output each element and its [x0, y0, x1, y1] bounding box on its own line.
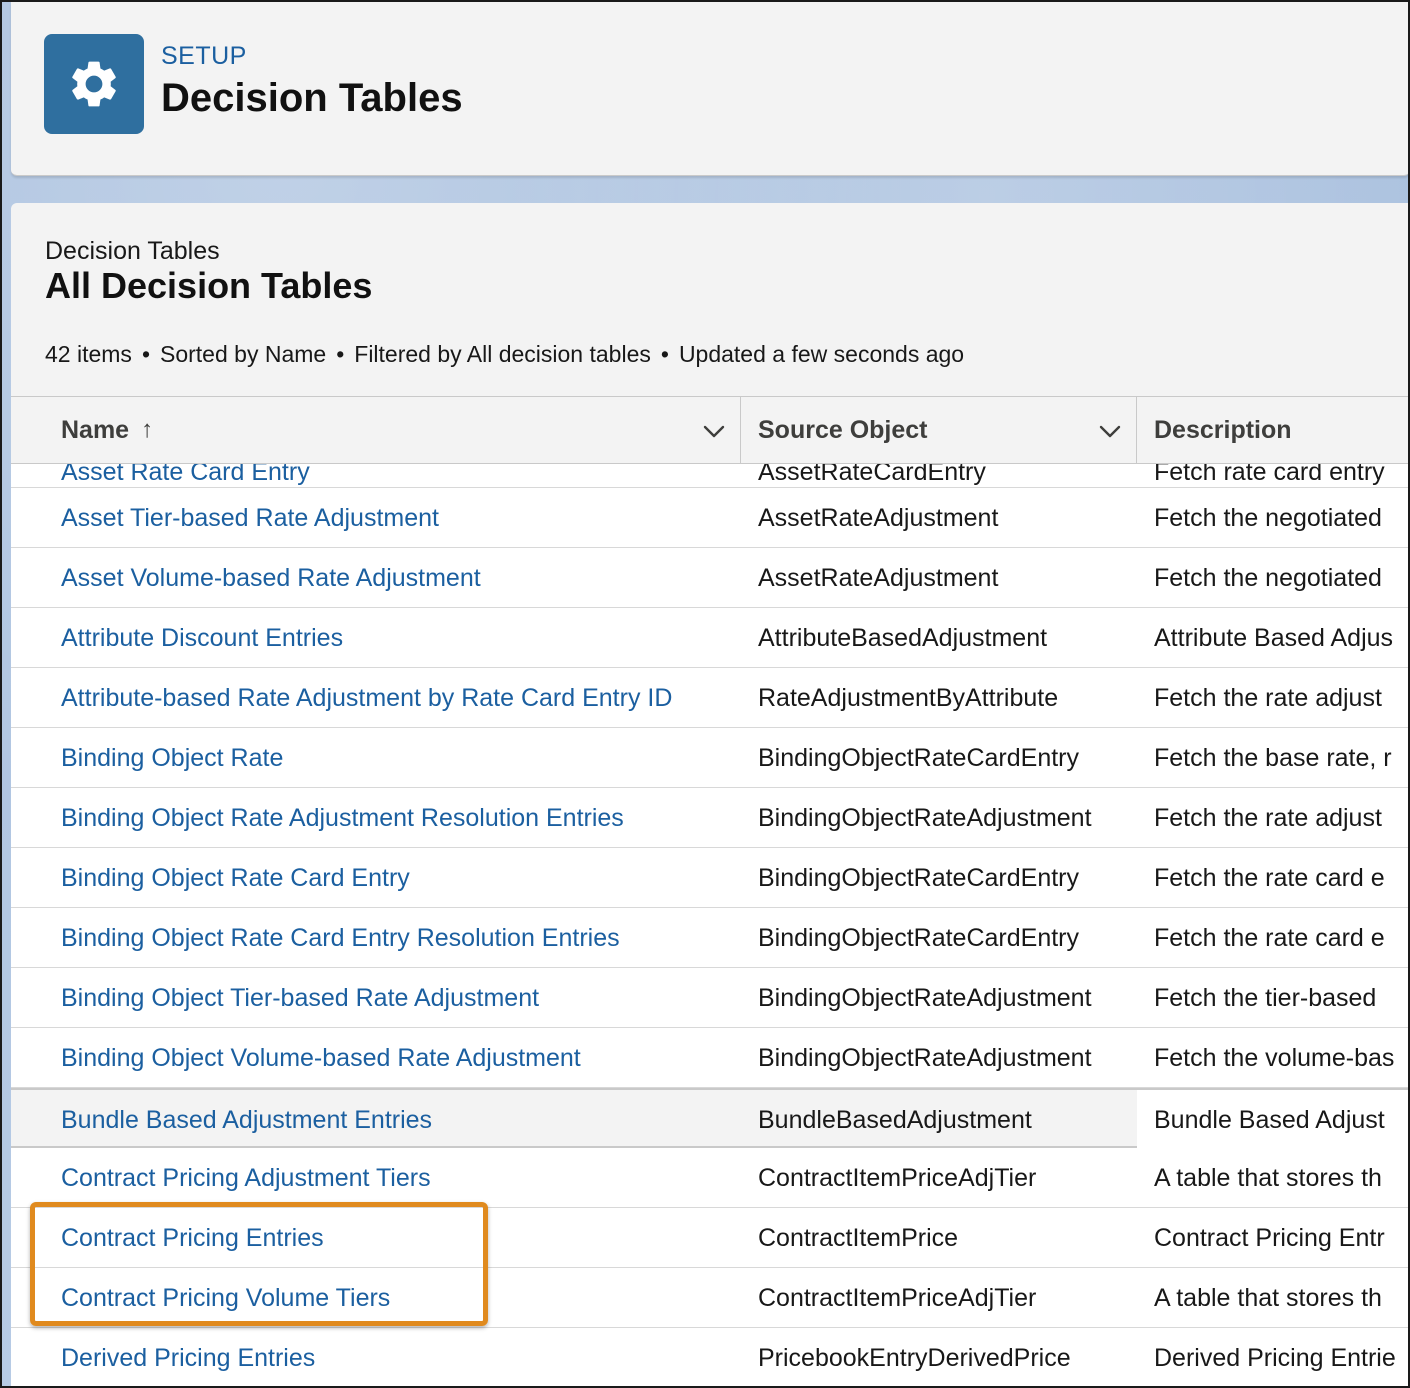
- row-source-object: BindingObjectRateAdjustment: [758, 1043, 1092, 1072]
- table-row: Attribute Discount Entries AttributeBase…: [11, 608, 1410, 668]
- updated-info: Updated a few seconds ago: [678, 341, 965, 367]
- row-name-link[interactable]: Binding Object Volume-based Rate Adjustm…: [11, 1028, 741, 1088]
- row-description: Fetch the tier-based: [1154, 983, 1377, 1012]
- sort-ascending-icon: ↑: [141, 416, 154, 443]
- row-name-link[interactable]: Binding Object Rate Card Entry: [11, 848, 741, 908]
- table-row: Binding Object Rate Card Entry Resolutio…: [11, 908, 1410, 968]
- row-source-object: AttributeBasedAdjustment: [758, 623, 1048, 652]
- table-row: Binding Object Rate Card Entry BindingOb…: [11, 848, 1410, 908]
- row-description: Fetch the rate card e: [1154, 923, 1385, 952]
- column-header-source-object[interactable]: Source Object: [741, 397, 1137, 463]
- row-name-link[interactable]: Asset Tier-based Rate Adjustment: [11, 488, 741, 548]
- row-source-object: RateAdjustmentByAttribute: [758, 683, 1059, 712]
- row-description: Bundle Based Adjust: [1137, 1090, 1410, 1150]
- row-name-link[interactable]: Binding Object Rate Card Entry Resolutio…: [11, 908, 741, 968]
- page-title: Decision Tables: [161, 76, 463, 120]
- table-row: Asset Tier-based Rate Adjustment AssetRa…: [11, 488, 1410, 548]
- list-eyebrow: Decision Tables: [45, 237, 220, 265]
- sort-info: Sorted by Name: [160, 341, 327, 367]
- column-header-description[interactable]: Description: [1137, 397, 1410, 463]
- row-source-object: ContractItemPriceAdjTier: [758, 1163, 1037, 1192]
- table-row: Asset Rate Card Entry AssetRateCardEntry…: [11, 464, 1410, 488]
- row-source-object: AssetRateAdjustment: [758, 503, 999, 532]
- row-source-object: BindingObjectRateAdjustment: [758, 803, 1092, 832]
- table-row: Binding Object Rate Adjustment Resolutio…: [11, 788, 1410, 848]
- row-name-link[interactable]: Asset Rate Card Entry: [11, 464, 741, 487]
- row-source-object: ContractItemPrice: [758, 1223, 959, 1252]
- column-header-label: Name: [61, 415, 130, 444]
- header-eyebrow: SETUP: [161, 42, 247, 70]
- row-name-link[interactable]: Contract Pricing Adjustment Tiers: [11, 1148, 741, 1208]
- filter-info: Filtered by All decision tables: [354, 341, 651, 367]
- page-header: SETUP Decision Tables: [11, 2, 1410, 176]
- row-description: Fetch rate card entry: [1154, 464, 1385, 486]
- row-description: Attribute Based Adjus: [1154, 623, 1394, 652]
- row-name-link[interactable]: Bundle Based Adjustment Entries: [11, 1090, 741, 1150]
- row-name-link[interactable]: Attribute Discount Entries: [11, 608, 741, 668]
- item-count: 42 items: [45, 341, 132, 367]
- table-row: Attribute-based Rate Adjustment by Rate …: [11, 668, 1410, 728]
- row-source-object: BindingObjectRateAdjustment: [758, 983, 1092, 1012]
- row-source-object: BindingObjectRateCardEntry: [758, 743, 1079, 772]
- gear-icon: [72, 61, 116, 107]
- meta-separator: •: [141, 341, 150, 367]
- row-name-link[interactable]: Derived Pricing Entries: [11, 1328, 741, 1388]
- table-row: Derived Pricing Entries PricebookEntryDe…: [11, 1328, 1410, 1388]
- row-source-object: BindingObjectRateCardEntry: [758, 863, 1079, 892]
- row-description: Fetch the rate card e: [1154, 863, 1385, 892]
- column-header-label: Description: [1154, 415, 1292, 444]
- row-description: Fetch the rate adjust: [1154, 683, 1382, 712]
- table-row: Binding Object Rate BindingObjectRateCar…: [11, 728, 1410, 788]
- column-header-name[interactable]: Name ↑: [11, 397, 741, 463]
- row-source-object: BindingObjectRateCardEntry: [758, 923, 1079, 952]
- table-row: Binding Object Volume-based Rate Adjustm…: [11, 1028, 1410, 1088]
- row-source-object: AssetRateAdjustment: [758, 563, 999, 592]
- row-source-object: AssetRateCardEntry: [758, 464, 986, 486]
- table-row: Binding Object Tier-based Rate Adjustmen…: [11, 968, 1410, 1028]
- table-header: Name ↑ Source Object Description: [11, 396, 1410, 464]
- row-source-object: PricebookEntryDerivedPrice: [758, 1343, 1071, 1372]
- row-name-link[interactable]: Binding Object Rate: [11, 728, 741, 788]
- row-source-object: ContractItemPriceAdjTier: [758, 1283, 1037, 1312]
- row-description: Fetch the rate adjust: [1154, 803, 1382, 832]
- list-meta-info: 42 items • Sorted by Name • Filtered by All …: [45, 341, 964, 368]
- row-name-link[interactable]: Asset Volume-based Rate Adjustment: [11, 548, 741, 608]
- row-description: A table that stores th: [1154, 1163, 1382, 1192]
- table-row: Bundle Based Adjustment Entries BundleBa…: [11, 1088, 1410, 1150]
- list-view-title[interactable]: All Decision Tables: [45, 265, 372, 307]
- row-name-link[interactable]: Binding Object Rate Adjustment Resolutio…: [11, 788, 741, 848]
- row-description: A table that stores th: [1154, 1283, 1382, 1312]
- highlight-annotation: [30, 1202, 488, 1326]
- column-header-label: Source Object: [758, 415, 928, 444]
- table-row: Asset Volume-based Rate Adjustment Asset…: [11, 548, 1410, 608]
- chevron-down-icon[interactable]: [702, 419, 726, 443]
- row-description: Derived Pricing Entrie: [1154, 1343, 1396, 1372]
- row-description: Fetch the volume-bas: [1154, 1043, 1395, 1072]
- row-description: Fetch the base rate, r: [1154, 743, 1392, 772]
- setup-app-icon: [44, 34, 144, 134]
- row-source-object: BundleBasedAdjustment: [758, 1105, 1032, 1134]
- meta-separator: •: [336, 341, 345, 367]
- row-name-link[interactable]: Attribute-based Rate Adjustment by Rate …: [11, 668, 741, 728]
- table-row: Contract Pricing Adjustment Tiers Contra…: [11, 1148, 1410, 1208]
- row-description: Fetch the negotiated: [1154, 503, 1382, 532]
- row-name-link[interactable]: Binding Object Tier-based Rate Adjustmen…: [11, 968, 741, 1028]
- meta-separator: •: [660, 341, 669, 367]
- chevron-down-icon[interactable]: [1098, 419, 1122, 443]
- row-description: Fetch the negotiated: [1154, 563, 1382, 592]
- row-description: Contract Pricing Entr: [1154, 1223, 1385, 1252]
